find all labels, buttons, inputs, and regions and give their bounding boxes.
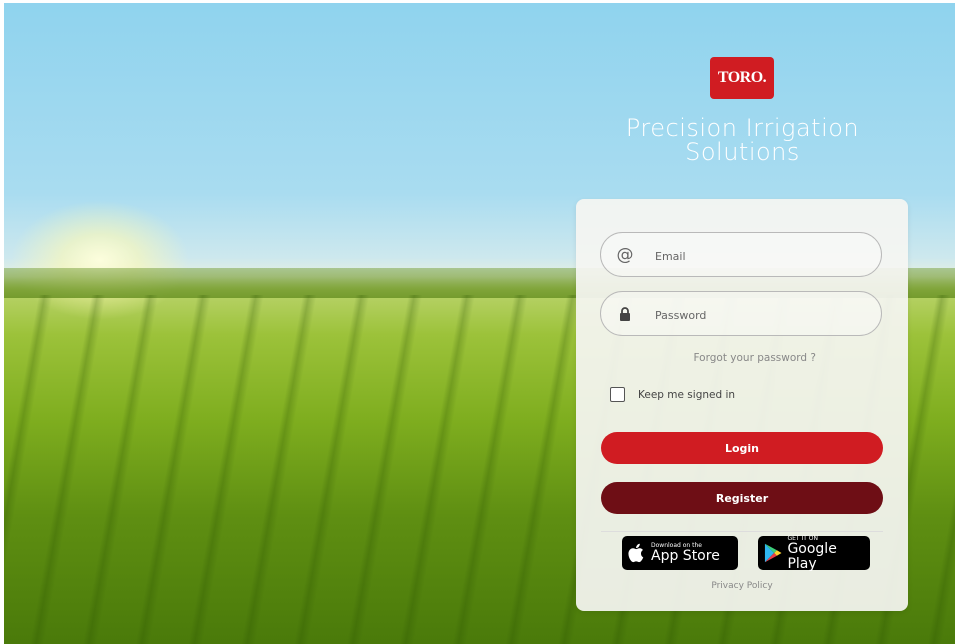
google-play-icon	[764, 543, 782, 563]
register-button[interactable]: Register	[601, 482, 883, 514]
password-field[interactable]	[600, 291, 882, 336]
toro-logo: TORO.	[710, 57, 774, 99]
app-store-badge[interactable]: Download on the App Store	[622, 536, 738, 570]
login-button[interactable]: Login	[601, 432, 883, 464]
login-card: @ Forgot your password ? Keep me signed …	[576, 199, 908, 611]
top-border	[0, 0, 955, 3]
app-store-text: App Store	[651, 548, 720, 564]
keep-signed-in-label: Keep me signed in	[638, 388, 736, 401]
at-sign-icon: @	[616, 245, 634, 265]
divider	[601, 531, 883, 532]
app-title: Precision Irrigation Solutions	[590, 116, 895, 164]
lock-icon	[615, 304, 635, 324]
apple-icon	[628, 543, 644, 563]
email-input[interactable]	[653, 243, 867, 269]
google-play-text: Google Play	[787, 540, 837, 572]
background-field-image: TORO. Precision Irrigation Solutions @ F…	[0, 0, 955, 644]
forgot-password-link[interactable]: Forgot your password ?	[576, 352, 908, 364]
google-play-badge[interactable]: GET IT ON Google Play	[758, 535, 870, 572]
keep-signed-in-checkbox[interactable]	[610, 387, 625, 402]
email-field[interactable]: @	[600, 232, 882, 277]
privacy-policy-link[interactable]: Privacy Policy	[576, 581, 908, 591]
keep-signed-in[interactable]: Keep me signed in	[610, 387, 735, 402]
app-title-line1: Precision Irrigation	[625, 114, 860, 142]
left-border	[0, 0, 4, 644]
password-input[interactable]	[653, 302, 867, 328]
app-title-line2: Solutions	[685, 138, 800, 166]
